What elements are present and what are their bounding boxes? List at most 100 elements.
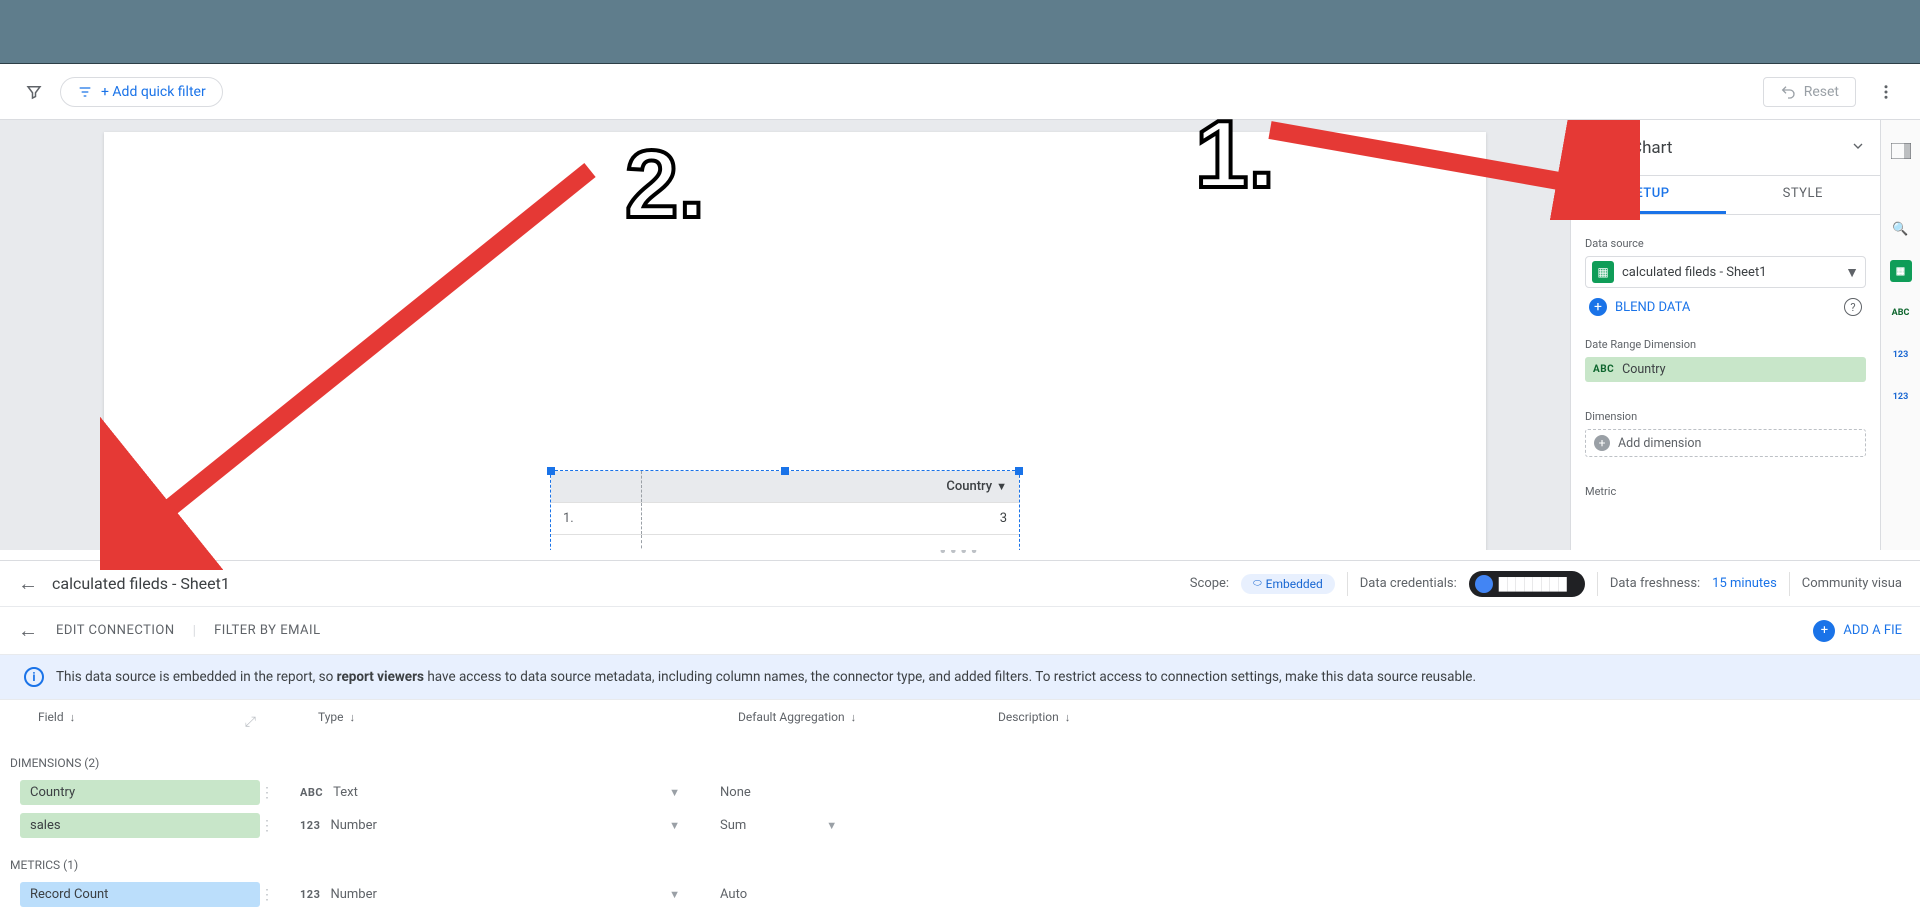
- info-banner: i This data source is embedded in the re…: [0, 655, 1920, 700]
- data-source-pane: ← calculated fileds - Sheet1 Scope: Embe…: [0, 560, 1920, 911]
- number-type-icon: 123: [1890, 386, 1912, 408]
- number-type-icon: 123: [1890, 344, 1912, 366]
- field-menu-button[interactable]: ⋮: [260, 887, 300, 903]
- field-menu-button[interactable]: ⋮: [260, 818, 300, 834]
- field-chip[interactable]: Record Count: [20, 882, 260, 907]
- date-range-section-label: Date Range Dimension: [1585, 338, 1866, 351]
- date-range-field-chip[interactable]: ABC Country: [1585, 357, 1866, 382]
- chevron-down-icon: ▼: [669, 888, 680, 901]
- data-source-name: calculated fileds - Sheet1: [1622, 265, 1837, 280]
- table-row[interactable]: 1. 3: [551, 503, 1019, 535]
- credentials-pill[interactable]: ████████: [1469, 571, 1585, 597]
- col-agg-header[interactable]: Default Aggregation↓: [738, 710, 998, 724]
- field-table: Field↓ Type↓ Default Aggregation↓ Descri…: [0, 700, 1920, 911]
- plus-icon: +: [1813, 620, 1835, 642]
- credentials-label: Data credentials:: [1360, 576, 1457, 591]
- chart-index-header: [551, 471, 641, 503]
- type-123-icon: 123: [300, 888, 320, 901]
- collapse-icon[interactable]: [1850, 138, 1866, 158]
- chevron-down-icon: ▼: [669, 819, 680, 832]
- tab-style[interactable]: STYLE: [1726, 176, 1881, 214]
- type-abc-icon: ABC: [300, 786, 323, 799]
- chevron-down-icon: ▼: [826, 819, 837, 832]
- agg-cell[interactable]: Sum▼: [720, 818, 980, 833]
- toggle-panel-icon[interactable]: [1890, 140, 1912, 162]
- back-button[interactable]: ←: [18, 571, 38, 596]
- field-menu-button[interactable]: ⋮: [260, 785, 300, 801]
- reset-button[interactable]: Reset: [1763, 77, 1856, 107]
- community-viz-label: Community visua: [1802, 576, 1902, 591]
- filter-icon[interactable]: [16, 74, 52, 110]
- window-title-bar: [0, 0, 1920, 64]
- add-dimension-button[interactable]: + Add dimension: [1585, 429, 1866, 457]
- right-rail: ABC 123 123: [1880, 120, 1920, 550]
- field-chip[interactable]: sales: [20, 813, 260, 838]
- chevron-down-icon: ▼: [1845, 264, 1859, 281]
- freshness-label: Data freshness:: [1610, 576, 1700, 591]
- field-chip[interactable]: Country: [20, 780, 260, 805]
- chart-type-selector[interactable]: [1585, 134, 1619, 162]
- properties-panel: Chart SETUP STYLE Data source ▦ calculat…: [1570, 120, 1880, 550]
- row-index: 1.: [551, 503, 641, 535]
- scope-badge[interactable]: Embedded: [1241, 574, 1335, 594]
- field-row-record-count[interactable]: Record Count ⋮ 123 Number ▼ Auto: [0, 878, 1920, 911]
- edit-connection-button[interactable]: EDIT CONNECTION: [56, 623, 175, 638]
- abc-type-icon: ABC: [1890, 302, 1912, 324]
- back-button-2[interactable]: ←: [18, 618, 38, 643]
- plus-icon: +: [1589, 298, 1607, 316]
- scope-label: Scope:: [1190, 576, 1229, 591]
- pane-resize-handle[interactable]: ••••: [0, 550, 1920, 560]
- sheets-icon: ▦: [1592, 261, 1614, 283]
- add-field-label: ADD A FIE: [1843, 623, 1902, 638]
- add-dimension-label: Add dimension: [1618, 436, 1701, 451]
- data-source-selector[interactable]: ▦ calculated fileds - Sheet1 ▼: [1585, 256, 1866, 288]
- data-source-title: calculated fileds - Sheet1: [52, 574, 230, 593]
- type-abc-icon: ABC: [1593, 364, 1614, 375]
- properties-title: Chart: [1631, 138, 1838, 158]
- data-source-section-label: Data source: [1585, 237, 1866, 250]
- chart-table-widget[interactable]: Country▼ 1. 3: [550, 470, 1020, 550]
- type-label: Number: [330, 818, 376, 833]
- col-desc-header[interactable]: Description↓: [998, 710, 1882, 724]
- filter-by-email-button[interactable]: FILTER BY EMAIL: [214, 623, 321, 638]
- agg-cell: None: [720, 785, 980, 800]
- sort-desc-icon: ▼: [996, 480, 1007, 493]
- tab-setup[interactable]: SETUP: [1571, 176, 1726, 214]
- filter-toolbar: + Add quick filter Reset: [0, 64, 1920, 120]
- type-cell[interactable]: 123 Number ▼: [300, 818, 720, 833]
- search-icon[interactable]: [1890, 218, 1912, 240]
- date-range-field-name: Country: [1622, 362, 1665, 377]
- properties-tabs: SETUP STYLE: [1571, 176, 1880, 215]
- type-cell[interactable]: ABC Text ▼: [300, 785, 720, 800]
- sort-icon: ↓: [851, 711, 857, 724]
- row-value: 3: [641, 503, 1019, 535]
- reset-label: Reset: [1804, 84, 1839, 100]
- more-options-button[interactable]: [1868, 74, 1904, 110]
- field-row-sales[interactable]: sales ⋮ 123 Number ▼ Sum▼: [0, 809, 1920, 842]
- add-quick-filter-label: + Add quick filter: [101, 84, 206, 100]
- chart-country-header[interactable]: Country▼: [641, 471, 1019, 503]
- info-banner-text: This data source is embedded in the repo…: [56, 669, 1476, 685]
- metric-section-label: Metric: [1585, 485, 1866, 498]
- chevron-down-icon: ▼: [669, 786, 680, 799]
- type-123-icon: 123: [300, 819, 320, 832]
- type-label: Number: [330, 887, 376, 902]
- help-icon[interactable]: ?: [1844, 298, 1862, 316]
- sheets-source-icon[interactable]: [1890, 260, 1912, 282]
- column-resize-handle[interactable]: ⤢: [0, 714, 262, 730]
- field-row-country[interactable]: Country ⋮ ABC Text ▼ None: [0, 776, 1920, 809]
- avatar: [1475, 575, 1493, 593]
- info-icon: i: [24, 667, 44, 687]
- dimensions-group-header: DIMENSIONS (2): [0, 750, 1920, 776]
- add-quick-filter-button[interactable]: + Add quick filter: [60, 77, 223, 107]
- report-canvas[interactable]: Country▼ 1. 3: [0, 120, 1570, 550]
- freshness-value-link[interactable]: 15 minutes: [1712, 576, 1777, 591]
- col-type-header[interactable]: Type↓: [318, 710, 738, 724]
- type-label: Text: [333, 785, 358, 800]
- metrics-group-header: METRICS (1): [0, 852, 1920, 878]
- agg-cell: Auto: [720, 887, 980, 902]
- type-cell[interactable]: 123 Number ▼: [300, 887, 720, 902]
- sort-icon: ↓: [1065, 711, 1071, 724]
- add-field-button[interactable]: + ADD A FIE: [1813, 620, 1902, 642]
- blend-data-link[interactable]: BLEND DATA: [1615, 300, 1690, 315]
